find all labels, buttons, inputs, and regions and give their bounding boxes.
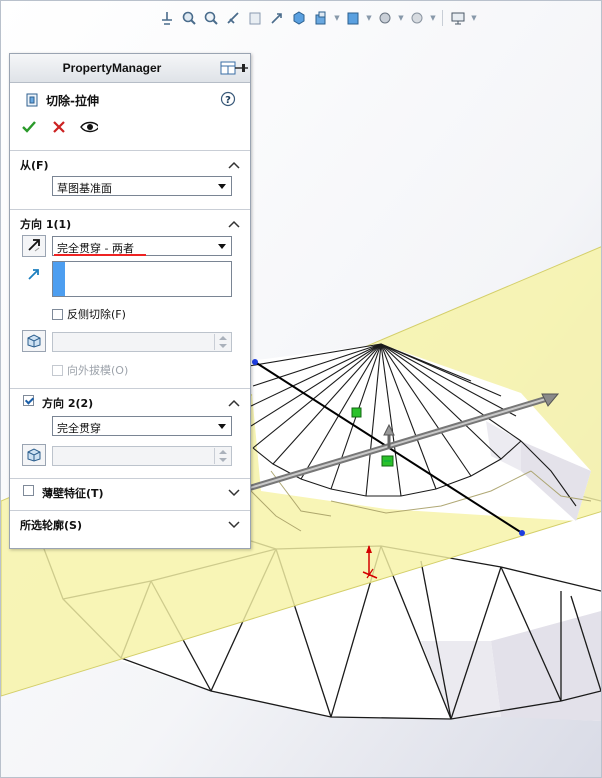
- direction2-end-condition-value: 完全贯穿: [57, 422, 101, 435]
- hide-show-items-icon[interactable]: [311, 8, 331, 28]
- from-section-header[interactable]: 从(F): [10, 150, 250, 175]
- section-view-icon[interactable]: [223, 8, 243, 28]
- selection-focus-bar: [53, 262, 65, 296]
- draft-icon: [26, 332, 42, 351]
- chevron-up-icon[interactable]: [228, 396, 240, 410]
- zoom-area-icon[interactable]: [179, 8, 199, 28]
- draft-outward-checkbox-box: [52, 364, 63, 376]
- heads-up-toolbar: ▼ ▼ ▼ ▼ ▼: [157, 7, 478, 29]
- from-section-label: 从(F): [20, 159, 49, 172]
- chevron-down-icon[interactable]: ▼: [429, 14, 437, 22]
- monitor-icon[interactable]: [448, 8, 468, 28]
- thin-feature-checkbox[interactable]: [23, 485, 34, 496]
- reverse-direction-button[interactable]: [22, 235, 46, 257]
- direction2-draft-angle-spinner: [52, 446, 232, 466]
- apply-scene-icon[interactable]: [375, 8, 395, 28]
- draft-outward-label: 向外拔模(O): [67, 364, 129, 377]
- direction2-checkbox[interactable]: [23, 395, 34, 406]
- chevron-down-icon[interactable]: ▼: [470, 14, 478, 22]
- direction2-draft-toggle-button[interactable]: [22, 444, 46, 466]
- flip-side-to-cut-checkbox[interactable]: 反侧切除(F): [52, 306, 126, 322]
- chevron-down-icon: [218, 424, 226, 429]
- svg-text:?: ?: [225, 95, 231, 106]
- draft-angle-spinner: [52, 332, 232, 352]
- action-buttons: [20, 118, 98, 136]
- feature-name: 切除-拉伸: [46, 94, 99, 108]
- direction1-end-condition-select[interactable]: 完全贯穿 - 两者: [52, 236, 232, 256]
- dynamic-annotation-icon[interactable]: [245, 8, 265, 28]
- direction-reference-list[interactable]: [52, 261, 232, 297]
- annotation-underline: [54, 254, 146, 256]
- chevron-down-icon[interactable]: [228, 518, 240, 532]
- direction2-end-condition-select[interactable]: 完全贯穿: [52, 416, 232, 436]
- flip-side-checkbox-box[interactable]: [52, 308, 63, 320]
- pin-icon[interactable]: [234, 62, 248, 77]
- from-select[interactable]: 草图基准面: [52, 176, 232, 196]
- chevron-down-icon[interactable]: ▼: [397, 14, 405, 22]
- chevron-down-icon[interactable]: ▼: [365, 14, 373, 22]
- edit-appearance-icon[interactable]: [343, 8, 363, 28]
- display-style-icon[interactable]: [289, 8, 309, 28]
- thin-feature-label: 薄壁特征(T): [42, 487, 104, 500]
- check-icon[interactable]: [20, 118, 38, 136]
- direction1-section-header[interactable]: 方向 1(1): [10, 209, 250, 234]
- direction-vector-icon: [26, 266, 42, 285]
- reverse-direction-icon: [26, 237, 42, 256]
- spinner-arrows: [214, 334, 230, 350]
- view-orientation-icon[interactable]: [267, 8, 287, 28]
- eye-icon[interactable]: [80, 118, 98, 136]
- direction2-section-header[interactable]: 方向 2(2): [10, 388, 250, 413]
- cut-extrude-icon: [24, 92, 40, 111]
- close-icon[interactable]: [50, 118, 68, 136]
- chevron-down-icon[interactable]: ▼: [333, 14, 341, 22]
- feature-header: 切除-拉伸 ?: [10, 82, 250, 108]
- zoom-to-fit-icon[interactable]: [157, 8, 177, 28]
- draft-outward-checkbox: 向外拔模(O): [52, 362, 128, 378]
- from-select-value: 草图基准面: [57, 182, 112, 195]
- chevron-up-icon[interactable]: [228, 158, 240, 172]
- selected-contours-label: 所选轮廓(S): [20, 519, 82, 532]
- direction1-section-label: 方向 1(1): [20, 218, 72, 231]
- view-settings-icon[interactable]: [407, 8, 427, 28]
- chevron-down-icon[interactable]: [228, 486, 240, 500]
- help-icon[interactable]: ?: [220, 91, 236, 110]
- previous-view-icon[interactable]: [201, 8, 221, 28]
- draft-toggle-button[interactable]: [22, 330, 46, 352]
- panel-title: PropertyManager: [62, 61, 162, 75]
- chevron-down-icon: [218, 244, 226, 249]
- toolbar-separator: [442, 10, 443, 26]
- draft-icon: [26, 446, 42, 465]
- property-manager-panel: PropertyManager 切除-拉伸 ? 从(F) 草图基准面 方向 1(…: [9, 53, 251, 549]
- thin-feature-section-header[interactable]: 薄壁特征(T): [10, 478, 250, 503]
- spinner-arrows: [214, 448, 230, 464]
- property-manager-header: PropertyManager: [10, 54, 250, 83]
- direction2-section-label: 方向 2(2): [42, 397, 94, 410]
- chevron-down-icon: [218, 184, 226, 189]
- selected-contours-section-header[interactable]: 所选轮廓(S): [10, 510, 250, 535]
- solidworks-window: ▼ ▼ ▼ ▼ ▼ PropertyManager 切除-拉伸 ? 从(F) 草…: [0, 0, 602, 778]
- flip-side-label: 反侧切除(F): [67, 308, 126, 321]
- chevron-up-icon[interactable]: [228, 217, 240, 231]
